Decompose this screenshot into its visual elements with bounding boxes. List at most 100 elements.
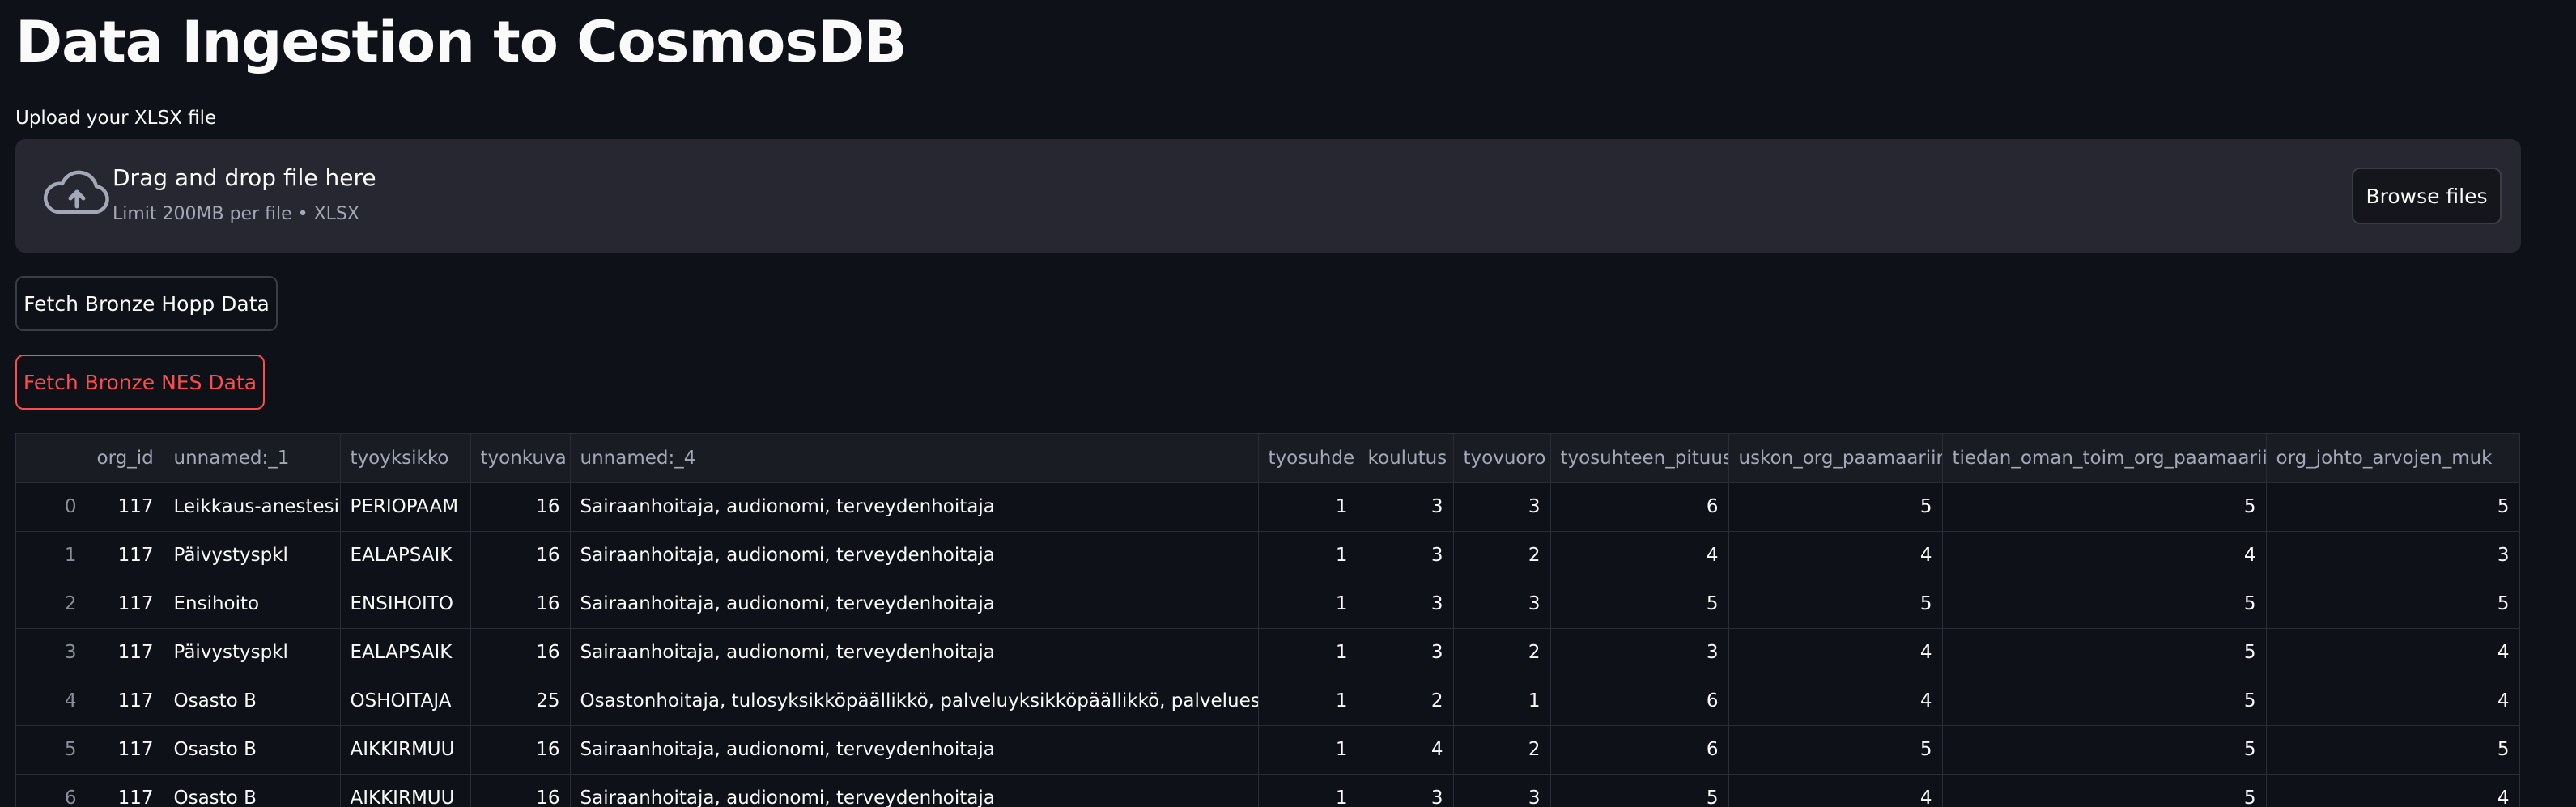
table-cell[interactable]: 4 [2266,628,2519,677]
table-cell[interactable]: Osasto B [164,677,341,726]
column-header[interactable]: tyosuhteen_pituus [1550,434,1729,483]
table-cell[interactable]: 3 [1550,628,1729,677]
table-cell[interactable]: 117 [87,677,164,726]
data-table[interactable]: org_id unnamed:_1 tyoyksikko tyonkuva un… [15,433,2520,807]
table-cell[interactable]: 3 [1358,482,1454,532]
table-cell[interactable]: 4 [1728,531,1943,580]
table-cell[interactable]: 16 [470,774,571,807]
column-header[interactable]: tyosuhde [1258,434,1358,483]
table-cell[interactable]: 5 [1942,628,2267,677]
column-header[interactable]: uskon_org_paamaariin [1728,434,1943,483]
table-cell[interactable]: 117 [87,482,164,532]
table-cell[interactable]: ENSIHOITO [340,580,471,629]
table-cell[interactable]: Leikkaus-anestesia [164,482,341,532]
table-cell[interactable]: 1 [1258,774,1358,807]
table-cell[interactable]: 5 [1550,774,1729,807]
table-cell[interactable]: 16 [470,725,571,775]
table-cell[interactable]: 5 [1550,580,1729,629]
table-cell[interactable]: 4 [2266,774,2519,807]
table-cell[interactable]: 117 [87,628,164,677]
table-row[interactable]: 5 117 Osasto B AIKKIRMUU 16 Sairaanhoitaja, a… [16,725,2519,775]
table-cell[interactable]: 2 [1453,531,1551,580]
table-cell[interactable]: 5 [2266,482,2519,532]
table-cell[interactable]: 5 [1728,725,1943,775]
table-cell[interactable]: 5 [1728,482,1943,532]
table-cell[interactable]: 4 [1728,677,1943,726]
file-dropzone[interactable]: Drag and drop file here Limit 200MB per … [15,139,2521,253]
table-cell[interactable]: 3 [1453,482,1551,532]
table-cell[interactable]: 5 [1942,774,2267,807]
table-cell[interactable]: 4 [1550,531,1729,580]
table-row[interactable]: 3 117 Päivystyspkl EALAPSAIK 16 Sairaanhoitaj… [16,628,2519,677]
table-cell[interactable]: OSHOITAJA [340,677,471,726]
table-cell[interactable]: 16 [470,482,571,532]
table-cell[interactable]: 4 [1728,628,1943,677]
table-cell[interactable]: 1 [1258,580,1358,629]
table-cell[interactable]: 4 [2266,677,2519,726]
column-header[interactable]: koulutus [1358,434,1454,483]
table-cell[interactable]: 5 [1942,482,2267,532]
table-cell[interactable]: EALAPSAIK [340,628,471,677]
table-cell[interactable]: Sairaanhoitaja, audionomi, terveydenhoit… [570,774,1259,807]
table-cell[interactable]: 3 [1358,531,1454,580]
table-row[interactable]: 4 117 Osasto B OSHOITAJA 25 Osastonhoitaja, t… [16,677,2519,726]
table-cell[interactable]: 3 [1358,628,1454,677]
table-cell[interactable]: AIKKIRMUU [340,774,471,807]
table-cell[interactable]: 6 [1550,677,1729,726]
table-cell[interactable]: Sairaanhoitaja, audionomi, terveydenhoit… [570,531,1259,580]
table-cell[interactable]: Päivystyspkl [164,628,341,677]
table-cell[interactable]: 1 [1258,677,1358,726]
column-header[interactable]: tyonkuva [470,434,571,483]
table-cell[interactable]: 2 [1453,725,1551,775]
table-row[interactable]: 0 117 Leikkaus-anestesia PERIOPAAM 16 Sairaan… [16,482,2519,532]
table-cell[interactable]: 25 [470,677,571,726]
table-cell[interactable]: 117 [87,725,164,775]
table-cell[interactable]: Sairaanhoitaja, audionomi, terveydenhoit… [570,725,1259,775]
column-header[interactable]: tyovuoro [1453,434,1551,483]
table-cell[interactable]: 5 [1942,677,2267,726]
table-cell[interactable]: Osasto B [164,725,341,775]
table-cell[interactable]: 3 [1453,774,1551,807]
table-cell[interactable]: 117 [87,531,164,580]
table-cell[interactable]: Sairaanhoitaja, audionomi, terveydenhoit… [570,628,1259,677]
table-row[interactable]: 2 117 Ensihoito ENSIHOITO 16 Sairaanhoitaja, … [16,580,2519,629]
fetch-bronze-hopp-button[interactable]: Fetch Bronze Hopp Data [15,276,278,331]
table-cell[interactable]: 6 [1550,482,1729,532]
browse-files-button[interactable]: Browse files [2352,168,2502,224]
table-cell[interactable]: EALAPSAIK [340,531,471,580]
table-cell[interactable]: 1 [1258,482,1358,532]
table-cell[interactable]: 3 [2266,531,2519,580]
column-header[interactable]: unnamed:_1 [164,434,341,483]
table-cell[interactable]: 3 [1358,580,1454,629]
table-cell[interactable]: 117 [87,580,164,629]
table-cell[interactable]: Sairaanhoitaja, audionomi, terveydenhoit… [570,482,1259,532]
table-cell[interactable]: PERIOPAAM [340,482,471,532]
table-cell[interactable]: 4 [1942,531,2267,580]
table-cell[interactable]: 3 [1358,774,1454,807]
table-cell[interactable]: 4 [1358,725,1454,775]
table-cell[interactable]: 16 [470,628,571,677]
table-cell[interactable]: AIKKIRMUU [340,725,471,775]
table-cell[interactable]: 5 [1942,580,2267,629]
table-cell[interactable]: 5 [2266,580,2519,629]
column-header[interactable]: org_johto_arvojen_muk [2266,434,2519,483]
table-cell[interactable]: 2 [1453,628,1551,677]
table-row[interactable]: 1 117 Päivystyspkl EALAPSAIK 16 Sairaanhoitaj… [16,531,2519,580]
column-header[interactable]: tyoyksikko [340,434,471,483]
fetch-bronze-nes-button[interactable]: Fetch Bronze NES Data [15,355,265,410]
table-row[interactable]: 6 117 Osasto B AIKKIRMUU 16 Sairaanhoitaja, a… [16,774,2519,807]
table-cell[interactable]: 3 [1453,580,1551,629]
table-cell[interactable]: Päivystyspkl [164,531,341,580]
table-cell[interactable]: 1 [1258,628,1358,677]
table-cell[interactable]: 5 [2266,725,2519,775]
column-header[interactable]: unnamed:_4 [570,434,1259,483]
table-cell[interactable]: Ensihoito [164,580,341,629]
table-cell[interactable]: 6 [1550,725,1729,775]
table-cell[interactable]: 5 [1942,725,2267,775]
column-header[interactable]: org_id [87,434,164,483]
table-cell[interactable]: 1 [1453,677,1551,726]
column-header[interactable]: tiedan_oman_toim_org_paamaariin [1942,434,2267,483]
table-cell[interactable]: 2 [1358,677,1454,726]
table-cell[interactable]: 1 [1258,725,1358,775]
table-cell[interactable]: Sairaanhoitaja, audionomi, terveydenhoit… [570,580,1259,629]
